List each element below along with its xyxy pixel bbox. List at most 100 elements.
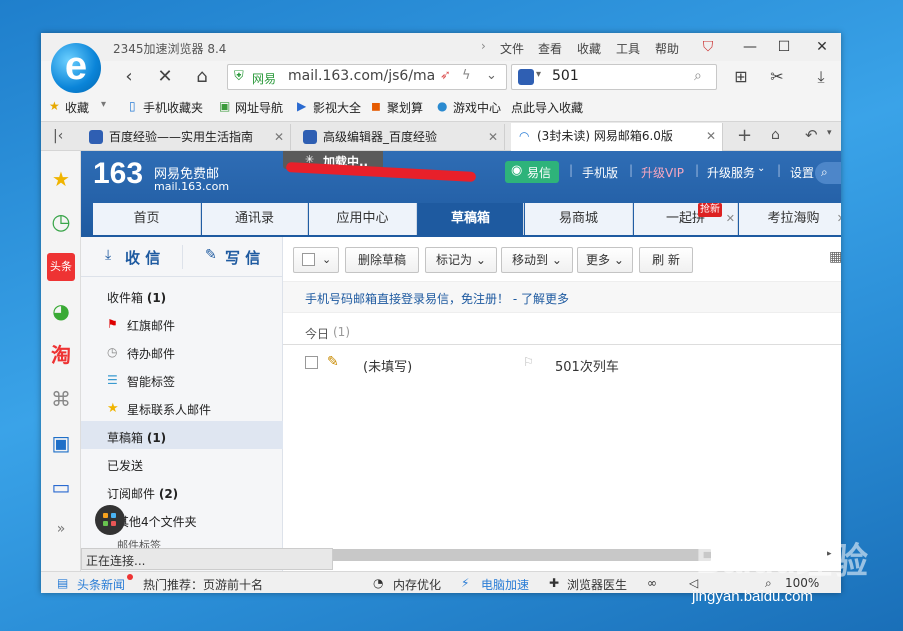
skin-icon[interactable]: ⛉ — [698, 37, 718, 57]
tab-baidu-jingyan[interactable]: 百度经验——实用生活指南 ✕ — [83, 124, 291, 150]
history-clock-icon[interactable]: ◷ — [47, 209, 75, 237]
tab-drafts[interactable]: 草稿箱 — [418, 203, 524, 235]
calendar-icon[interactable]: ▦ — [829, 249, 841, 265]
header-link-mobile[interactable]: 手机版 — [582, 164, 618, 181]
baidu-paw-icon — [89, 130, 103, 144]
fav-games[interactable]: 游戏中心 — [453, 99, 501, 116]
menu-view[interactable]: 查看 — [538, 40, 562, 57]
refresh-button[interactable]: 刷 新 — [639, 247, 693, 273]
folder-sent[interactable]: 已发送 — [107, 457, 143, 474]
tab-home[interactable]: 首页 — [93, 203, 201, 235]
yixin-button[interactable]: 易信 ◉ — [505, 161, 559, 183]
status-memory[interactable]: 内存优化 — [393, 576, 441, 593]
row-checkbox[interactable] — [305, 356, 318, 369]
select-all-checkbox[interactable]: ⌄ — [293, 247, 339, 273]
folder-others[interactable]: 其他4个文件夹 — [117, 513, 197, 530]
menu-help[interactable]: 帮助 — [655, 40, 679, 57]
mail-search-box[interactable]: ⌕ — [815, 162, 841, 184]
horizontal-scrollbar[interactable] — [331, 549, 711, 561]
new-tab-button[interactable]: + — [737, 125, 752, 146]
favorites-star-icon[interactable]: ★ — [47, 165, 75, 193]
close-button[interactable]: ✕ — [812, 37, 832, 57]
undo-dropdown-icon[interactable]: ▾ — [827, 128, 832, 138]
folder-inbox[interactable]: 收件箱 (1) — [107, 289, 166, 306]
folder-drafts[interactable]: 草稿箱 (1) — [107, 429, 166, 446]
more-button[interactable]: 更多 ⌄ — [577, 247, 633, 273]
close-tab-icon[interactable]: ✕ — [837, 203, 841, 235]
video-player-icon[interactable]: ▣ — [47, 429, 75, 457]
search-icon[interactable]: ⌕ — [694, 68, 702, 84]
lightning-icon[interactable]: ϟ — [462, 68, 471, 83]
header-link-upgrade[interactable]: 升级服务 — [707, 164, 755, 181]
flag-icon[interactable]: ⚐ — [523, 355, 534, 369]
glasses-icon[interactable]: ∞ — [647, 576, 657, 590]
apps-grid-icon[interactable]: ⊞ — [729, 65, 753, 89]
tab-group-buy[interactable]: 一起拼 抢新 ✕ — [634, 203, 738, 235]
status-news[interactable]: 头条新闻 — [77, 576, 125, 593]
fav-import[interactable]: 点此导入收藏 — [511, 99, 583, 116]
folder-todo[interactable]: 待办邮件 — [127, 345, 175, 362]
header-link-settings[interactable]: 设置 — [790, 164, 814, 181]
undo-icon[interactable]: ↶ — [805, 126, 818, 144]
tab-contacts[interactable]: 通讯录 — [202, 203, 308, 235]
draft-row[interactable]: ✎ (未填写) ⚐ 501次列车 — [283, 347, 841, 381]
menu-favorites[interactable]: 收藏 — [577, 40, 601, 57]
close-tab-icon[interactable]: ✕ — [726, 203, 735, 235]
address-bar[interactable]: ⛨ 网易 mail.163.com/js6/ma ➶ ϟ ⌄ — [227, 64, 507, 90]
url-text[interactable]: mail.163.com/js6/ma — [288, 68, 438, 84]
chevron-down-icon[interactable]: ⌄ — [486, 68, 497, 83]
computer-icon[interactable]: ▭ — [47, 473, 75, 501]
write-button[interactable]: 写 信 — [225, 247, 260, 268]
folder-star-contacts[interactable]: 星标联系人邮件 — [127, 401, 211, 418]
close-tab-icon[interactable]: ✕ — [274, 124, 284, 150]
fav-navigation[interactable]: 网址导航 — [235, 99, 283, 116]
maximize-button[interactable]: ☐ — [774, 37, 794, 57]
gamepad-icon[interactable]: ⌘ — [47, 385, 75, 413]
folder-smart-tags[interactable]: 智能标签 — [127, 373, 175, 390]
tab-163-mail[interactable]: ◠ (3封未读) 网易邮箱6.0版 ✕ — [511, 123, 723, 152]
floating-apps-button[interactable] — [95, 505, 125, 535]
home-button[interactable]: ⌂ — [190, 65, 214, 89]
recycle-bin-icon[interactable]: ⌂ — [771, 127, 780, 143]
stop-button[interactable]: ✕ — [153, 65, 177, 89]
folder-flagged[interactable]: 红旗邮件 — [127, 317, 175, 334]
fav-juhuasuan[interactable]: 聚划算 — [387, 99, 423, 116]
receive-button[interactable]: 收 信 — [125, 247, 160, 268]
tab-kaola[interactable]: 考拉海购 ✕ — [739, 203, 841, 235]
tab-app-center[interactable]: 应用中心 — [309, 203, 417, 235]
download-icon[interactable]: ⤓ — [809, 65, 833, 89]
favorites-menu[interactable]: 收藏 — [65, 99, 89, 116]
mark-as-button[interactable]: 标记为 ⌄ — [425, 247, 497, 273]
back-button[interactable]: ‹ — [117, 65, 141, 89]
engine-dropdown-icon[interactable]: ▾ — [536, 69, 541, 80]
minimize-button[interactable]: — — [740, 37, 760, 57]
status-speedup[interactable]: 电脑加速 — [481, 576, 529, 593]
menu-file[interactable]: 文件 — [500, 40, 524, 57]
wechat-icon[interactable]: ◕ — [47, 297, 75, 325]
close-tab-icon[interactable]: ✕ — [706, 123, 716, 149]
collapse-sidebar-icon[interactable]: |‹ — [53, 128, 63, 144]
tab-advanced-editor[interactable]: 高级编辑器_百度经验 ✕ — [297, 124, 505, 150]
favorites-dropdown-icon[interactable]: ▾ — [101, 99, 106, 110]
star-icon: ★ — [107, 401, 119, 416]
yixin-label: 易信 — [527, 166, 552, 180]
close-tab-icon[interactable]: ✕ — [488, 124, 498, 150]
expand-more-icon[interactable]: » — [47, 515, 75, 543]
search-box[interactable]: ▾ 501 ⌕ — [511, 64, 717, 90]
search-input[interactable]: 501 — [552, 68, 579, 84]
header-link-vip[interactable]: 升级VIP — [641, 164, 684, 181]
menu-tools[interactable]: 工具 — [616, 40, 640, 57]
fav-mobile[interactable]: 手机收藏夹 — [143, 99, 203, 116]
folder-subscriptions[interactable]: 订阅邮件 (2) — [107, 485, 178, 502]
notice-text[interactable]: 手机号码邮箱直接登录易信，免注册！ - 了解更多 — [305, 290, 569, 307]
tab-shop[interactable]: 易商城 — [525, 203, 633, 235]
status-doctor[interactable]: 浏览器医生 — [567, 576, 627, 593]
fav-movies[interactable]: 影视大全 — [313, 99, 361, 116]
status-hot[interactable]: 热门推荐：页游前十名 — [143, 576, 263, 593]
rocket-icon[interactable]: ➶ — [440, 68, 451, 83]
toutiao-icon[interactable]: 头条 — [47, 253, 75, 281]
delete-draft-button[interactable]: 删除草稿 — [345, 247, 419, 273]
scissors-icon[interactable]: ✂ — [765, 65, 789, 89]
move-to-button[interactable]: 移动到 ⌄ — [501, 247, 573, 273]
taobao-icon[interactable]: 淘 — [47, 341, 75, 369]
